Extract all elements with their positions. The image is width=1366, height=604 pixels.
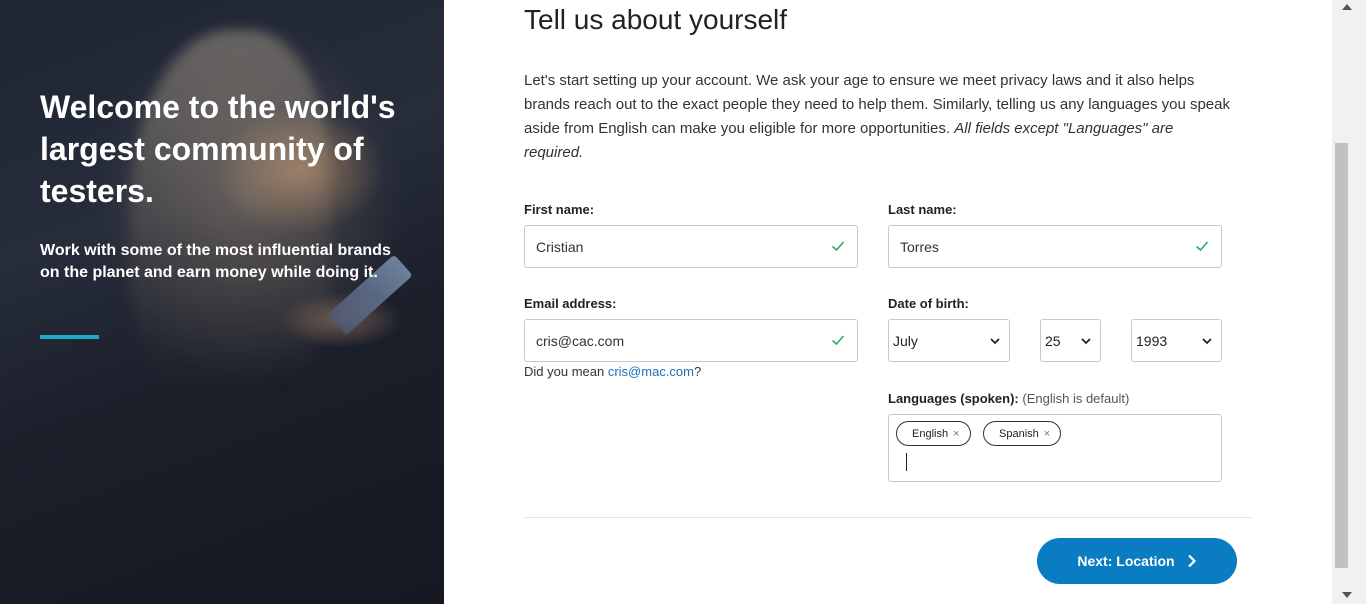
- email-suggestion-prefix: Did you mean: [524, 364, 605, 379]
- hero-subtitle: Work with some of the most influential b…: [40, 242, 391, 281]
- languages-label-text: Languages (spoken):: [888, 391, 1019, 406]
- first-name-label: First name:: [524, 202, 595, 217]
- scroll-down-arrow-icon[interactable]: [1342, 592, 1352, 598]
- dob-day-value: 25: [1045, 332, 1061, 349]
- last-name-label: Last name:: [888, 202, 957, 217]
- dob-year-value: 1993: [1136, 332, 1168, 349]
- first-name-value: Cristian: [536, 238, 584, 255]
- email-suggestion-link[interactable]: cris@mac.com: [608, 364, 694, 379]
- last-name-input[interactable]: Torres: [888, 225, 1222, 268]
- email-value: cris@cac.com: [536, 332, 625, 349]
- dob-month-value: July: [893, 332, 918, 349]
- last-name-value: Torres: [900, 238, 939, 255]
- email-input[interactable]: cris@cac.com: [524, 319, 858, 362]
- dob-label: Date of birth:: [888, 296, 969, 311]
- language-tag-spanish: Spanish ×: [983, 421, 1062, 446]
- next-location-button[interactable]: Next: Location: [1037, 538, 1237, 584]
- language-tag-label: Spanish: [999, 427, 1039, 440]
- languages-label: Languages (spoken): (English is default): [888, 391, 1129, 406]
- language-tag-label: English: [912, 427, 949, 440]
- text-caret: [906, 453, 907, 471]
- scrollbar-thumb[interactable]: [1335, 143, 1348, 568]
- chevron-down-icon: [1081, 338, 1091, 345]
- form-panel: Tell us about yourself Let's start setti…: [444, 0, 1332, 604]
- page-scrollbar[interactable]: [1332, 0, 1366, 604]
- chevron-down-icon: [1202, 338, 1212, 345]
- email-suggestion-suffix: ?: [694, 364, 702, 379]
- first-name-input[interactable]: Cristian: [524, 225, 858, 268]
- chevron-down-icon: [990, 338, 1000, 345]
- dob-month-select[interactable]: July: [888, 319, 1010, 362]
- next-button-label: Next: Location: [1077, 553, 1175, 569]
- scroll-up-arrow-icon[interactable]: [1342, 4, 1352, 10]
- valid-check-icon: [1195, 241, 1209, 252]
- remove-tag-icon[interactable]: ×: [1044, 428, 1050, 440]
- email-label: Email address:: [524, 296, 617, 311]
- remove-tag-icon[interactable]: ×: [953, 428, 959, 440]
- form-divider: [524, 517, 1252, 518]
- hero-accent-rule: [40, 335, 99, 339]
- valid-check-icon: [831, 241, 845, 252]
- dob-day-select[interactable]: 25: [1040, 319, 1101, 362]
- chevron-right-icon: [1187, 554, 1196, 568]
- hero-panel: Welcome to the world's largest community…: [0, 0, 444, 604]
- email-suggestion: Did you mean cris@mac.com?: [524, 364, 701, 379]
- valid-check-icon: [831, 335, 845, 346]
- form-intro: Let's start setting up your account. We …: [524, 69, 1236, 165]
- languages-hint: (English is default): [1022, 391, 1130, 406]
- languages-input[interactable]: English × Spanish ×: [888, 414, 1222, 482]
- form-title: Tell us about yourself: [524, 4, 788, 35]
- language-tag-english: English ×: [896, 421, 971, 446]
- hero-title: Welcome to the world's largest community…: [40, 89, 396, 209]
- dob-year-select[interactable]: 1993: [1131, 319, 1222, 362]
